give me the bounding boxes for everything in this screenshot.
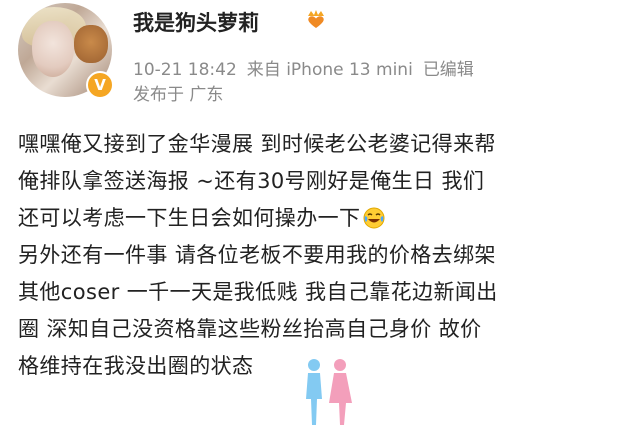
post-meta: 10-21 18:42 来自 iPhone 13 mini 已编辑 [133,55,474,80]
post-location: 发布于 广东 [133,85,224,105]
couple-figures-watermark-icon [306,359,352,425]
post-text-line: 还可以考虑一下生日会如何操办一下 [18,200,618,237]
post-text-line: 圈 深知自己没资格靠这些粉丝抬高自己身价 故价 [18,317,482,341]
post-text-line: 俺排队拿签送海报 ~还有30号刚好是俺生日 我们 [18,169,485,193]
verified-badge-icon: V [86,71,114,99]
post-text-line: 另外还有一件事 请各位老板不要用我的价格去绑架 [18,243,496,267]
post-header: V 我是狗头萝莉 10-21 18:42 来自 iPhone 13 mini 已编辑… [0,0,622,120]
edited-label[interactable]: 已编辑 [423,60,474,80]
post-source: 来自 iPhone 13 mini [246,60,413,80]
crown-heart-icon [308,10,324,28]
post-text-segment: 还可以考虑一下生日会如何操办一下 [18,206,361,230]
post-text-line: 嘿嘿俺又接到了金华漫展 到时候老公老婆记得来帮 [18,132,496,156]
username[interactable]: 我是狗头萝莉 [133,7,259,37]
avatar-pet-shape [74,25,108,63]
avatar-face-shape [32,21,74,77]
laugh-cry-emoji-icon [363,207,385,229]
post-body: 嘿嘿俺又接到了金华漫展 到时候老公老婆记得来帮 俺排队拿签送海报 ~还有30号刚… [18,126,618,385]
post-text-line: 其他coser 一千一天是我低贱 我自己靠花边新闻出 [18,280,498,304]
post-timestamp: 10-21 18:42 [133,60,237,80]
